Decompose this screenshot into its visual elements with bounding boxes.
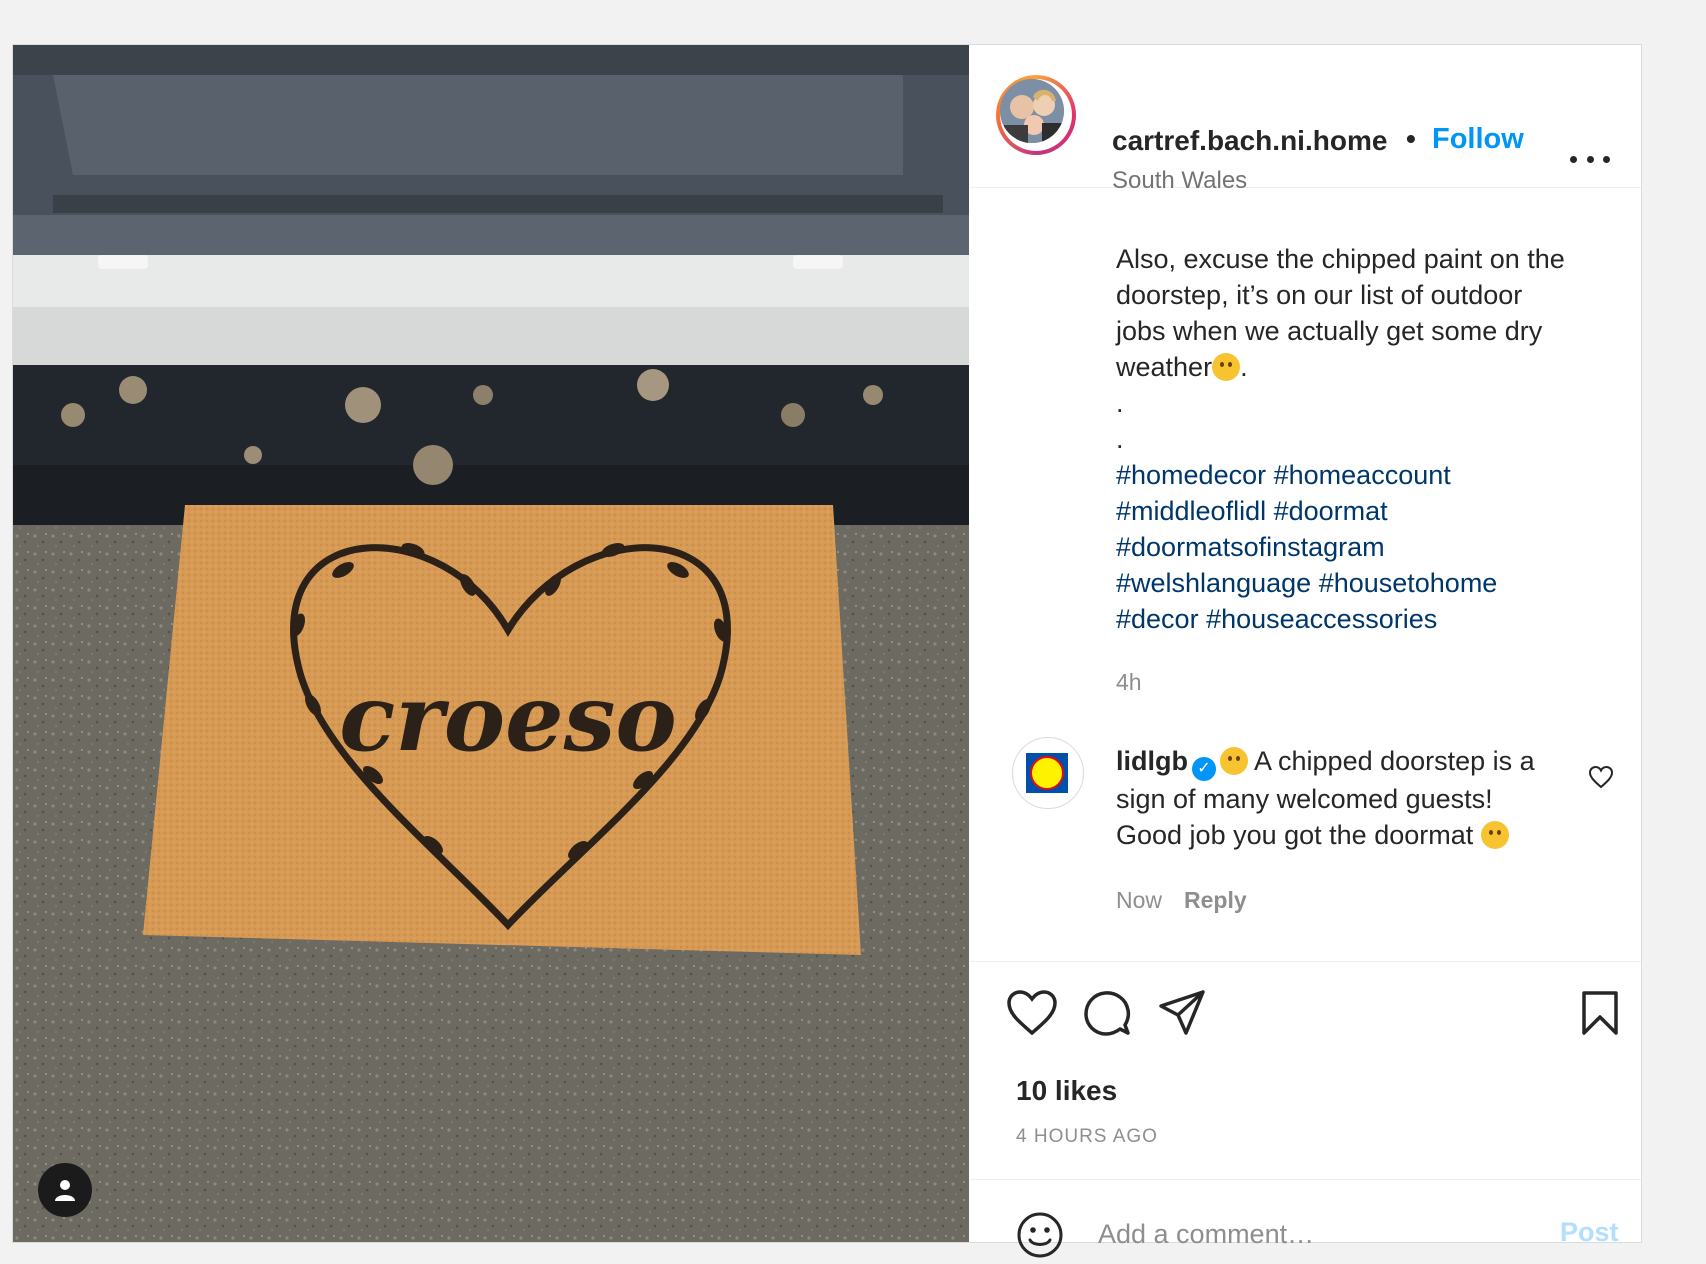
emoji-picker-button[interactable]: [1016, 1211, 1064, 1264]
comment-icon: [1084, 991, 1131, 1036]
hashtag[interactable]: #houseaccessories: [1206, 604, 1437, 634]
comment-item: lidlgb ✓ A chipped doorstep is a sign of …: [970, 737, 1641, 917]
hashtag-line: #welshlanguage #housetohome: [1116, 565, 1616, 601]
post-side-panel: cartref.bach.ni.home • Follow South Wale…: [970, 45, 1641, 1258]
hashtag[interactable]: #doormatsofinstagram: [1116, 532, 1385, 562]
caption-timestamp[interactable]: 4h: [1116, 669, 1142, 696]
post-photo[interactable]: croeso: [13, 45, 969, 1242]
caption: Also, excuse the chipped paint on the do…: [1116, 241, 1616, 637]
follow-button[interactable]: Follow: [1432, 123, 1524, 156]
yum-emoji-icon: [1480, 821, 1509, 849]
caption-line: Also, excuse the chipped paint on the: [1116, 244, 1565, 274]
hashtag[interactable]: #doormat: [1274, 496, 1388, 526]
hashtag[interactable]: #welshlanguage: [1116, 568, 1311, 598]
like-button[interactable]: [1006, 989, 1058, 1042]
caption-line: jobs when we actually get some dry: [1116, 316, 1543, 346]
save-button[interactable]: [1580, 989, 1620, 1042]
hashtag[interactable]: #homeaccount: [1274, 460, 1451, 490]
share-icon: [1159, 990, 1205, 1035]
verified-icon: ✓: [1191, 757, 1216, 781]
post-time-ago[interactable]: 4 HOURS AGO: [1016, 1126, 1158, 1148]
commenter-avatar[interactable]: [1012, 737, 1084, 809]
likes-count[interactable]: 10 likes: [1016, 1075, 1117, 1107]
avatar-photo: [1000, 79, 1064, 143]
save-icon: [1582, 991, 1618, 1035]
hashtag[interactable]: #middleoflidl: [1116, 496, 1266, 526]
hashtag[interactable]: #housetohome: [1319, 568, 1498, 598]
hashtag-line: #doormatsofinstagram: [1116, 529, 1616, 565]
comment-time: Now: [1116, 887, 1163, 913]
caption-end: .: [1240, 352, 1248, 382]
hashtag-line: #middleoflidl #doormat: [1116, 493, 1616, 529]
reply-button[interactable]: Reply: [1184, 887, 1247, 913]
instagram-post: croeso cartref.bach.ni.home • Follow Sou…: [12, 44, 1642, 1258]
hugging-emoji-icon: [1219, 747, 1248, 775]
comment-input[interactable]: [1096, 1213, 1540, 1255]
caption-line: doorstep, it’s on our list of outdoor: [1116, 280, 1523, 310]
comment-box-divider: [970, 1179, 1641, 1180]
comment-like-icon: [1588, 765, 1614, 789]
actions-divider: [970, 961, 1641, 962]
post-location[interactable]: South Wales: [1112, 167, 1247, 195]
laughing-emoji-icon: [1212, 353, 1241, 381]
comment-username[interactable]: lidlgb: [1116, 746, 1188, 776]
caption-line-last: weather.: [1116, 349, 1616, 385]
hashtag[interactable]: #homedecor: [1116, 460, 1266, 490]
post-comment-button[interactable]: Post: [1560, 1217, 1619, 1248]
like-icon: [1007, 990, 1057, 1036]
caption-line: weather: [1116, 352, 1213, 382]
caption-dot: .: [1116, 424, 1124, 454]
hashtag-line: #homedecor #homeaccount: [1116, 457, 1616, 493]
comment-like-button[interactable]: [1588, 765, 1614, 794]
more-icon: [1570, 155, 1577, 163]
user-icon: [55, 1180, 75, 1201]
mat-text: croeso: [339, 664, 677, 772]
comment-meta: Now Reply: [1116, 887, 1247, 914]
post-username[interactable]: cartref.bach.ni.home: [1112, 125, 1387, 157]
more-options-button[interactable]: [1570, 153, 1610, 165]
lidl-logo-icon: [1026, 753, 1068, 793]
hashtag-line: #decor #houseaccessories: [1116, 601, 1616, 637]
profile-avatar[interactable]: [996, 75, 1076, 155]
post-header: cartref.bach.ni.home • Follow South Wale…: [970, 45, 1641, 194]
tagged-users-button[interactable]: [38, 1163, 92, 1217]
header-separator: •: [1406, 123, 1416, 154]
doormat-photo: croeso: [13, 45, 969, 1242]
hashtag[interactable]: #decor: [1116, 604, 1199, 634]
comment-text: lidlgb ✓ A chipped doorstep is a sign of …: [1116, 743, 1556, 853]
share-button[interactable]: [1158, 989, 1206, 1042]
caption-dot: .: [1116, 388, 1124, 418]
comment-button[interactable]: [1082, 989, 1132, 1044]
